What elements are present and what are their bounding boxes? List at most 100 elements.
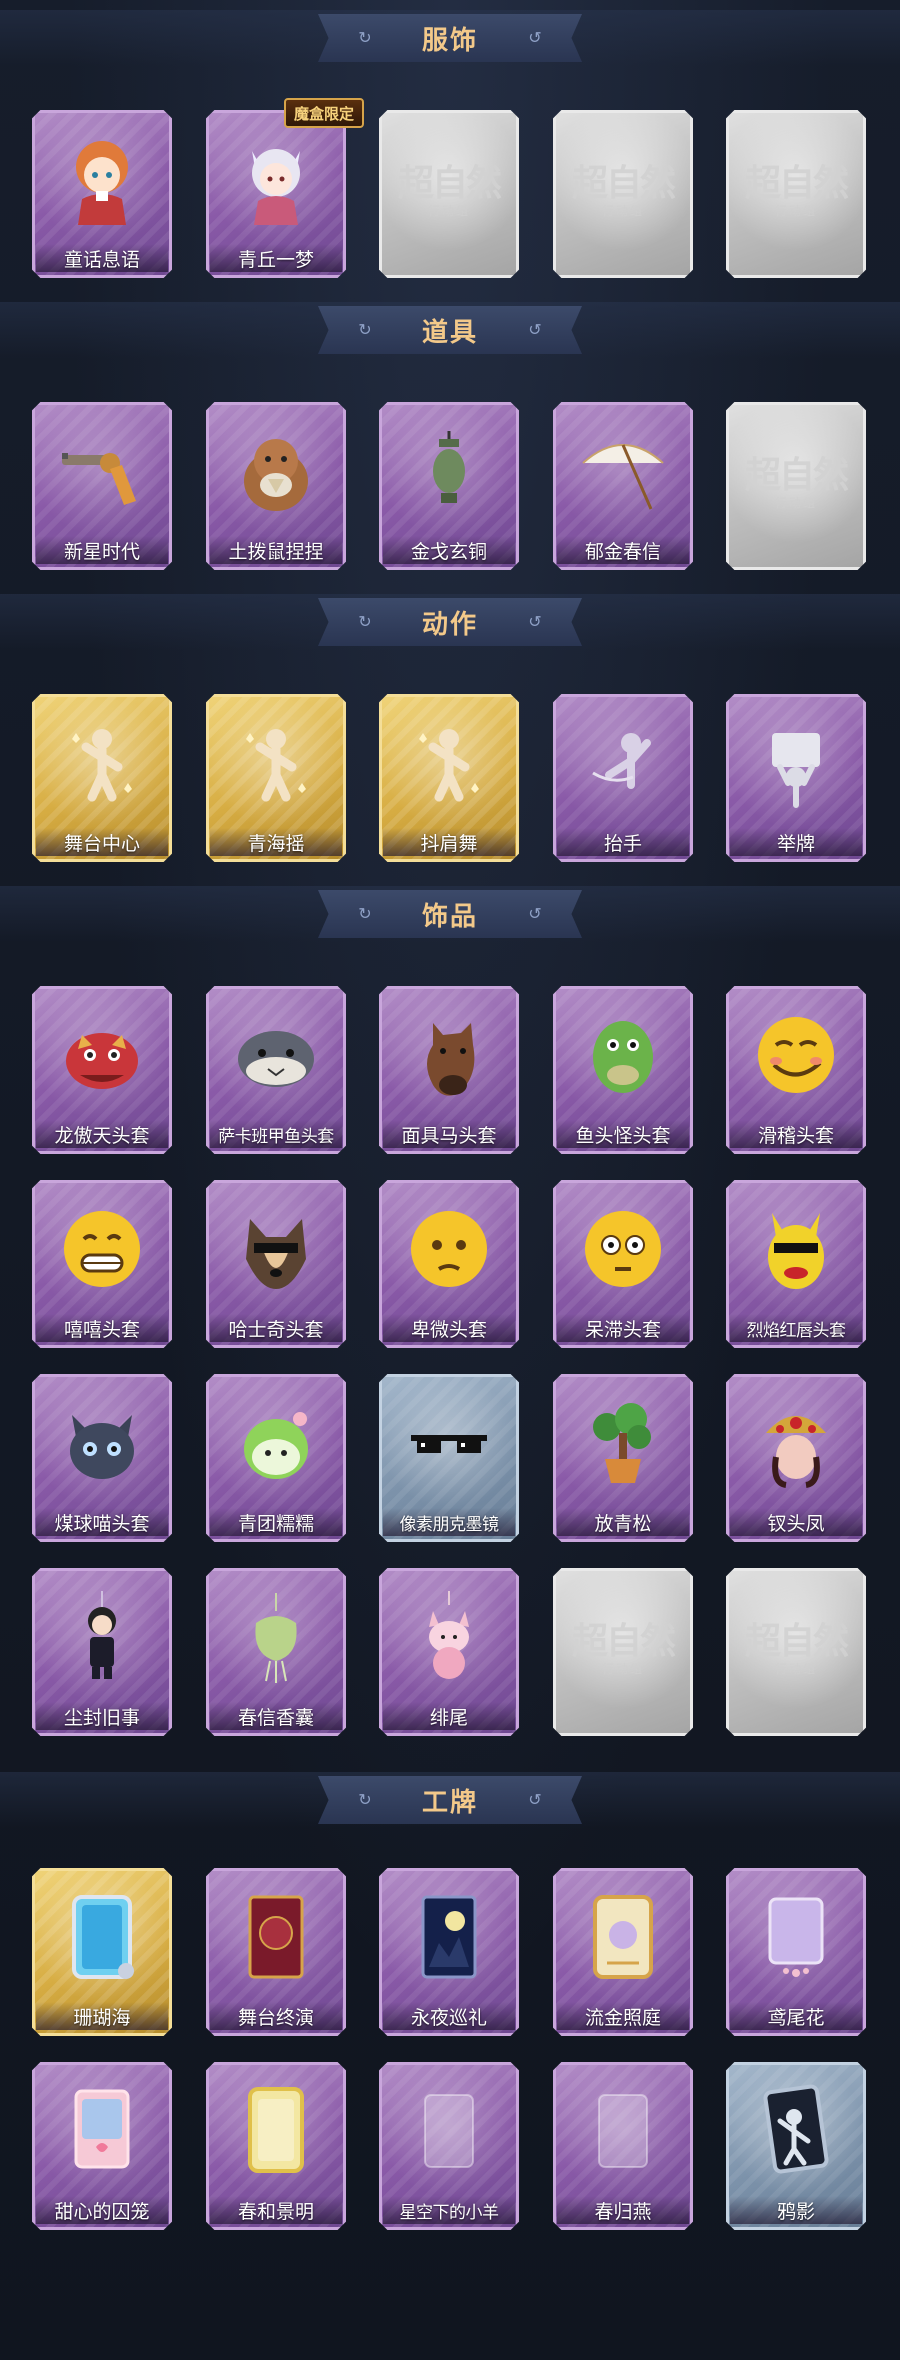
- stage-badge-icon: [226, 1882, 326, 1992]
- section-title-bar: ↻ 动作 ↺: [318, 598, 582, 646]
- reward-item-card[interactable]: 烈焰红唇头套: [726, 1180, 866, 1348]
- placeholder-logo-subtext: 行动组: [774, 496, 817, 510]
- item-name-label: 鸦影: [730, 2196, 862, 2224]
- reward-item-card[interactable]: 青丘一梦 魔盒限定: [206, 98, 365, 278]
- swirl-ornament-icon: ↻: [358, 28, 372, 47]
- placeholder-item-card[interactable]: 超自然 行动组: [726, 110, 866, 278]
- coral-badge-icon: [52, 1882, 152, 1992]
- reward-item-card[interactable]: 抬手: [553, 694, 693, 862]
- dragon-head-icon: [52, 1000, 152, 1110]
- iris-badge-icon: [746, 1882, 846, 1992]
- item-name-label: 鱼头怪头套: [557, 1120, 689, 1148]
- reward-item-card[interactable]: 土拨鼠捏捏: [206, 402, 346, 570]
- fox-girl-icon: [226, 124, 326, 234]
- reward-item-card[interactable]: 萨卡班甲鱼头套: [206, 986, 346, 1154]
- reward-item-card[interactable]: 舞台终演: [206, 1868, 346, 2036]
- placeholder-item-card[interactable]: 超自然 行动组: [553, 1568, 693, 1736]
- item-name-label: 永夜巡礼: [383, 2002, 515, 2030]
- item-name-label: 嘻嘻头套: [36, 1314, 168, 1342]
- placeholder-logo-subtext: 行动组: [601, 204, 644, 218]
- placeholder-logo-text: 超自然: [744, 454, 849, 496]
- item-name-label: 滑稽头套: [730, 1120, 862, 1148]
- item-name-label: 举牌: [730, 828, 862, 856]
- swirl-ornament-icon: ↻: [358, 320, 372, 339]
- reward-item-card[interactable]: 放青松: [553, 1374, 693, 1542]
- swirl-ornament-icon: ↺: [528, 1790, 542, 1809]
- phoenix-headdress-icon: [746, 1388, 846, 1498]
- item-name-label: 卑微头套: [383, 1314, 515, 1342]
- section-title: 服饰: [421, 25, 478, 56]
- dance-pose-icon: [52, 708, 152, 818]
- item-name-label: 哈士奇头套: [210, 1314, 342, 1342]
- item-name-label: 春归燕: [557, 2196, 689, 2224]
- reward-item-card[interactable]: 永夜巡礼: [379, 1868, 519, 2036]
- reward-item-card[interactable]: 呆滞头套: [553, 1180, 693, 1348]
- placeholder-logo-subtext: 行动组: [427, 204, 470, 218]
- reward-item-card[interactable]: 金戈玄铜: [379, 402, 519, 570]
- item-name-label: 舞台中心: [36, 828, 168, 856]
- reward-item-card[interactable]: 像素朋克墨镜: [379, 1374, 519, 1542]
- swirl-ornament-icon: ↺: [528, 612, 542, 631]
- reward-item-card[interactable]: 煤球喵头套: [32, 1374, 172, 1542]
- placeholder-item-card[interactable]: 超自然 行动组: [379, 110, 519, 278]
- sachet-icon: [226, 1582, 326, 1692]
- section-title: 工牌: [421, 1787, 478, 1818]
- reward-item-card[interactable]: 龙傲天头套: [32, 986, 172, 1154]
- swirl-ornament-icon: ↺: [528, 320, 542, 339]
- item-name-label: 郁金春信: [557, 536, 689, 564]
- reward-item-card[interactable]: 鸢尾花: [726, 1868, 866, 2036]
- reward-item-card[interactable]: 春和景明: [206, 2062, 346, 2230]
- placeholder-item-card[interactable]: 超自然 行动组: [726, 1568, 866, 1736]
- item-name-label: 新星时代: [36, 536, 168, 564]
- placeholder-item-card[interactable]: 超自然 行动组: [553, 110, 693, 278]
- item-name-label: 尘封旧事: [36, 1702, 168, 1730]
- reward-item-card[interactable]: 春信香囊: [206, 1568, 346, 1736]
- reward-item-card[interactable]: 青团糯糯: [206, 1374, 346, 1542]
- reward-item-card[interactable]: 抖肩舞: [379, 694, 519, 862]
- placeholder-item-card[interactable]: 超自然 行动组: [726, 402, 866, 570]
- placeholder-logo-text: 超自然: [571, 162, 676, 204]
- reward-item-card[interactable]: 郁金春信: [553, 402, 693, 570]
- section-title: 饰品: [421, 901, 478, 932]
- swirl-ornament-icon: ↻: [358, 612, 372, 631]
- section-title: 道具: [421, 317, 478, 348]
- reward-item-card[interactable]: 举牌: [726, 694, 866, 862]
- reward-item-card[interactable]: 青海摇: [206, 694, 346, 862]
- reward-item-card[interactable]: 尘封旧事: [32, 1568, 172, 1736]
- reward-item-card[interactable]: 珊瑚海: [32, 1868, 172, 2036]
- dazed-emoji-icon: [573, 1194, 673, 1304]
- item-name-label: 面具马头套: [383, 1120, 515, 1148]
- item-name-label: 绯尾: [383, 1702, 515, 1730]
- reward-item-card[interactable]: 哈士奇头套: [206, 1180, 346, 1348]
- reward-item-card[interactable]: 新星时代: [32, 402, 172, 570]
- item-name-label: 烈焰红唇头套: [730, 1314, 862, 1342]
- reward-item-card[interactable]: 面具马头套: [379, 986, 519, 1154]
- reward-item-card[interactable]: 卑微头套: [379, 1180, 519, 1348]
- fish-head-icon: [226, 1000, 326, 1110]
- dance-pose-icon: [399, 708, 499, 818]
- reward-item-card[interactable]: 鸦影: [726, 2062, 866, 2230]
- reward-item-card[interactable]: 钗头凤: [726, 1374, 866, 1542]
- reward-item-card[interactable]: 绯尾: [379, 1568, 519, 1736]
- reward-item-card[interactable]: 鱼头怪头套: [553, 986, 693, 1154]
- item-name-label: 龙傲天头套: [36, 1120, 168, 1148]
- swirl-ornament-icon: ↻: [358, 1790, 372, 1809]
- item-name-label: 土拨鼠捏捏: [210, 536, 342, 564]
- section-title-bar: ↻ 工牌 ↺: [318, 1776, 582, 1824]
- smirk-emoji-icon: [746, 1000, 846, 1110]
- black-cat-icon: [52, 1388, 152, 1498]
- reward-item-card[interactable]: 流金照庭: [553, 1868, 693, 2036]
- reward-item-card[interactable]: 嘻嘻头套: [32, 1180, 172, 1348]
- limited-badge: 魔盒限定: [284, 98, 365, 128]
- section-title-bar: ↻ 服饰 ↺: [318, 14, 582, 62]
- reward-item-card[interactable]: 舞台中心: [32, 694, 172, 862]
- reward-item-card[interactable]: 滑稽头套: [726, 986, 866, 1154]
- reward-item-card[interactable]: 甜心的囚笼: [32, 2062, 172, 2230]
- reward-item-card[interactable]: 星空下的小羊: [379, 2062, 519, 2230]
- reward-item-card[interactable]: 春归燕: [553, 2062, 693, 2230]
- section-title-bar: ↻ 饰品 ↺: [318, 890, 582, 938]
- item-name-label: 甜心的囚笼: [36, 2196, 168, 2224]
- revolver-icon: [52, 416, 152, 526]
- item-name-label: 金戈玄铜: [383, 536, 515, 564]
- reward-item-card[interactable]: 童话息语: [32, 110, 172, 278]
